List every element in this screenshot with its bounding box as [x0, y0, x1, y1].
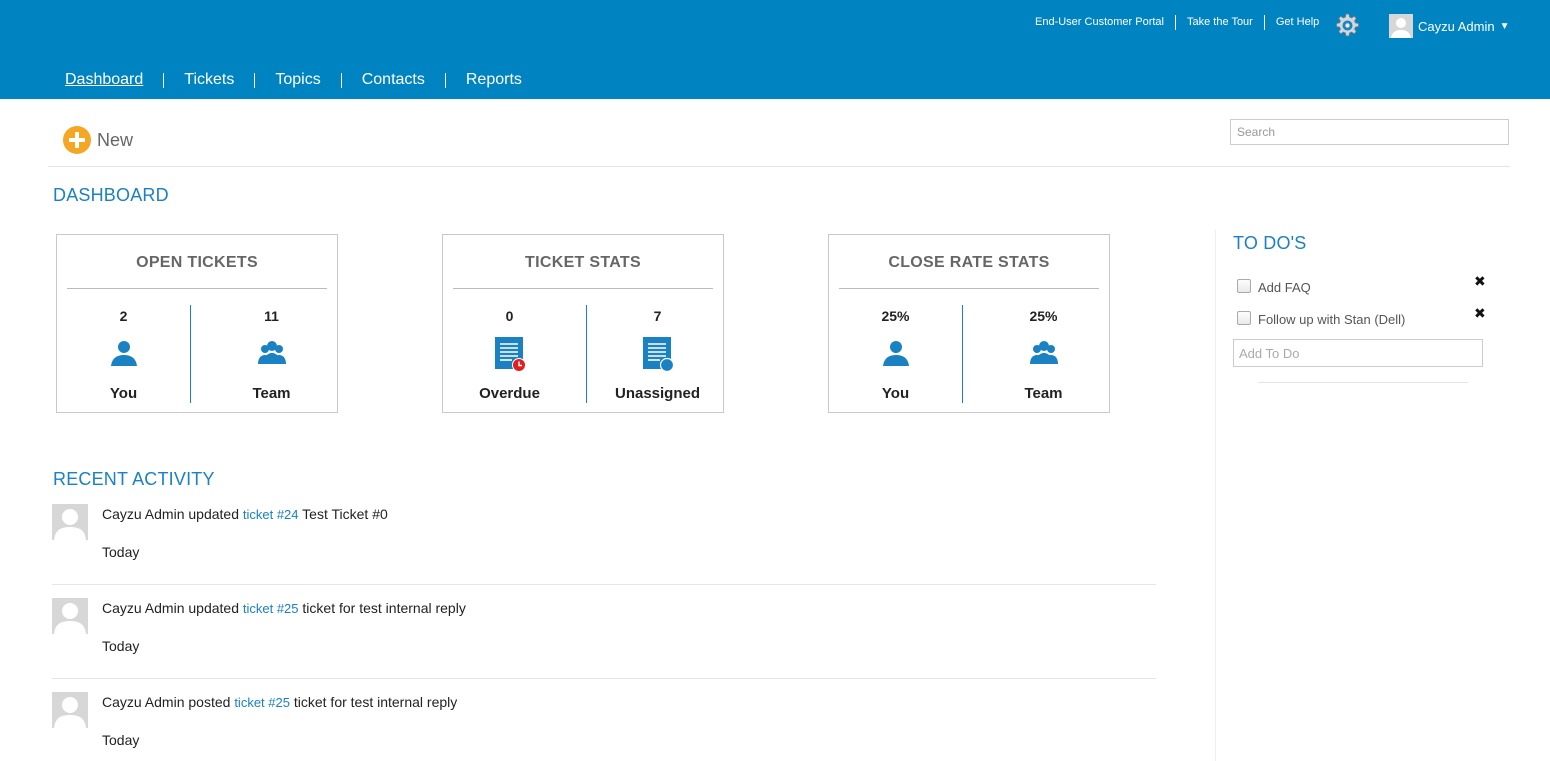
activity-subject: ticket for test internal reply [302, 600, 466, 616]
take-tour-link[interactable]: Take the Tour [1176, 16, 1264, 28]
activity-time: Today [102, 638, 140, 654]
divider [190, 305, 191, 403]
add-todo-input[interactable] [1233, 339, 1483, 367]
list-item: Cayzu Admin posted ticket #25 ticket for… [52, 692, 1156, 761]
user-icon [109, 340, 139, 371]
divider [453, 288, 713, 289]
activity-verb: posted [188, 694, 231, 710]
nav-reports[interactable]: Reports [446, 71, 542, 89]
nav-dashboard[interactable]: Dashboard [45, 71, 163, 89]
activity-subject: Test Ticket #0 [302, 506, 388, 522]
stat-label: You [881, 385, 910, 402]
stat-overdue[interactable]: 0 Overdue [443, 305, 576, 405]
activity-text: Cayzu Admin posted ticket #25 ticket for… [102, 694, 457, 710]
activity-verb: updated [188, 506, 239, 522]
stat-label: Team [252, 385, 291, 402]
ticket-stats-card: TICKET STATS 0 Overdue 7 Unassigned [442, 234, 724, 413]
avatar [52, 598, 88, 634]
plus-icon [63, 126, 91, 154]
close-icon[interactable]: ✖ [1474, 305, 1486, 322]
stat-label: Unassigned [614, 385, 701, 402]
todo-item: Follow up with Stan (Dell) ✖ [1237, 305, 1487, 331]
activity-time: Today [102, 544, 140, 560]
utility-links: End-User Customer Portal Take the Tour G… [1024, 14, 1330, 30]
activity-actor: Cayzu Admin [102, 506, 185, 522]
close-rate-card: CLOSE RATE STATS 25% You 25% Team [828, 234, 1110, 413]
activity-actor: Cayzu Admin [102, 694, 185, 710]
todo-item: Add FAQ ✖ [1237, 273, 1487, 299]
nav-topics[interactable]: Topics [255, 71, 340, 89]
activity-verb: updated [188, 600, 239, 616]
divider [962, 305, 963, 403]
card-title: TICKET STATS [525, 254, 641, 271]
stat-value: 11 [264, 308, 279, 324]
ticket-link[interactable]: ticket #25 [234, 695, 290, 710]
card-title: OPEN TICKETS [136, 254, 258, 271]
new-label: New [97, 129, 134, 150]
gear-icon[interactable] [1335, 13, 1360, 38]
divider [839, 288, 1099, 289]
card-title: CLOSE RATE STATS [888, 254, 1050, 271]
divider [1258, 382, 1468, 383]
list-item: Cayzu Admin updated ticket #24 Test Tick… [52, 504, 1156, 598]
team-icon [257, 340, 287, 369]
list-item: Cayzu Admin updated ticket #25 ticket fo… [52, 598, 1156, 692]
divider [586, 305, 587, 403]
top-header: End-User Customer Portal Take the Tour G… [0, 0, 1550, 99]
activity-text: Cayzu Admin updated ticket #24 Test Tick… [102, 506, 388, 522]
stat-label: Overdue [479, 385, 540, 402]
activity-text: Cayzu Admin updated ticket #25 ticket fo… [102, 600, 466, 616]
activity-time: Today [102, 732, 140, 748]
stat-value: 25% [1029, 308, 1058, 324]
recent-activity-title: RECENT ACTIVITY [53, 469, 215, 489]
todo-label: Follow up with Stan (Dell) [1258, 312, 1406, 327]
get-help-link[interactable]: Get Help [1265, 16, 1330, 28]
nav-tickets[interactable]: Tickets [164, 71, 254, 89]
todo-checkbox[interactable] [1237, 279, 1251, 293]
stat-value: 0 [505, 308, 514, 324]
stat-value: 2 [119, 308, 128, 324]
new-button[interactable]: New [63, 126, 133, 154]
divider [48, 166, 1510, 167]
user-name: Cayzu Admin [1418, 18, 1495, 34]
avatar [52, 692, 88, 728]
todo-title: TO DO'S [1233, 233, 1307, 253]
stat-team[interactable]: 11 Team [205, 305, 338, 405]
stat-you[interactable]: 25% You [829, 305, 962, 405]
user-menu[interactable]: Cayzu Admin ▼ [1389, 14, 1510, 38]
stat-value: 7 [653, 308, 662, 324]
search-input[interactable] [1230, 119, 1509, 145]
stat-you[interactable]: 2 You [57, 305, 190, 405]
open-tickets-card: OPEN TICKETS 2 You 11 Team [56, 234, 338, 413]
stat-value: 25% [881, 308, 910, 324]
avatar [52, 504, 88, 540]
divider [52, 584, 1156, 585]
customer-portal-link[interactable]: End-User Customer Portal [1024, 16, 1175, 28]
overdue-ticket-icon [493, 336, 527, 377]
nav-contacts[interactable]: Contacts [342, 71, 445, 89]
main-nav: Dashboard Tickets Topics Contacts Report… [45, 70, 542, 90]
page-title: DASHBOARD [53, 185, 169, 205]
stat-team[interactable]: 25% Team [977, 305, 1110, 405]
sidebar-divider [1215, 230, 1216, 761]
stat-unassigned[interactable]: 7 Unassigned [591, 305, 724, 405]
activity-subject: ticket for test internal reply [293, 694, 458, 710]
activity-actor: Cayzu Admin [102, 600, 185, 616]
stat-label: You [109, 385, 138, 402]
unassigned-ticket-icon [641, 336, 675, 377]
team-icon [1029, 340, 1059, 369]
avatar [1389, 14, 1413, 38]
close-icon[interactable]: ✖ [1474, 273, 1486, 290]
divider [67, 288, 327, 289]
ticket-link[interactable]: ticket #24 [243, 507, 299, 522]
ticket-link[interactable]: ticket #25 [243, 601, 299, 616]
user-icon [881, 340, 911, 371]
stat-label: Team [1024, 385, 1063, 402]
divider [52, 678, 1156, 679]
caret-down-icon: ▼ [1499, 20, 1510, 32]
todo-label: Add FAQ [1258, 280, 1311, 295]
todo-checkbox[interactable] [1237, 311, 1251, 325]
